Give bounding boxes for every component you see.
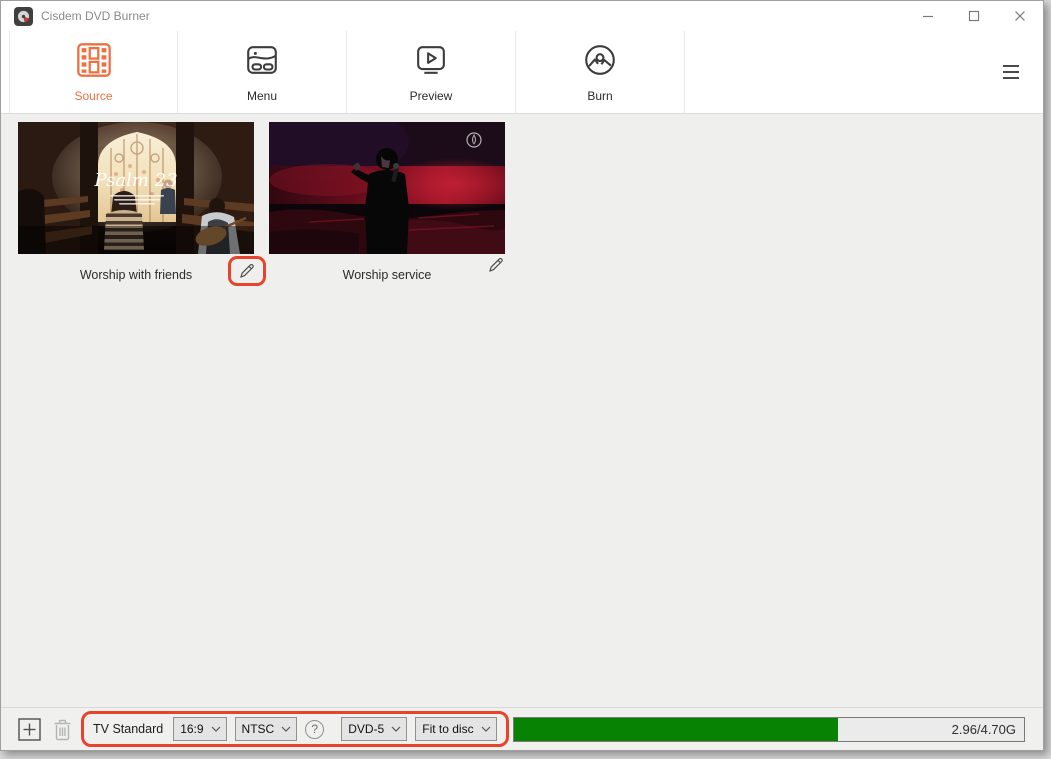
progress-fill [514, 718, 839, 741]
capacity-text: 2.96/4.70G [952, 718, 1016, 741]
video-title: Worship service [343, 268, 432, 282]
toolbar: Source Menu Prev [1, 31, 1043, 114]
tab-preview[interactable]: Preview [347, 31, 516, 113]
titlebar: Cisdem DVD Burner [1, 1, 1043, 31]
tab-source-label: Source [74, 89, 112, 103]
app-logo-icon [14, 7, 33, 26]
disc-burn-icon [581, 41, 619, 84]
chevron-down-icon [391, 726, 401, 732]
preview-player-icon [412, 41, 450, 84]
tab-menu[interactable]: Menu [178, 31, 347, 113]
delete-video-button[interactable] [52, 718, 73, 741]
tab-burn[interactable]: Burn [516, 31, 685, 113]
video-thumbnail-stage[interactable] [269, 122, 505, 254]
video-card-worship-with-friends[interactable]: Psalm 23 Worship with friends [18, 122, 254, 288]
aspect-ratio-select[interactable]: 16:9 [173, 717, 226, 741]
edit-annotation-highlight [228, 256, 266, 286]
tv-standard-select[interactable]: NTSC [235, 717, 298, 741]
edit-title-button[interactable] [238, 262, 256, 280]
tab-menu-label: Menu [247, 89, 277, 103]
thumbnail-overlay-title: Psalm 23 [93, 170, 177, 191]
window-title: Cisdem DVD Burner [41, 9, 150, 23]
close-button[interactable] [997, 1, 1043, 31]
filmstrip-icon [75, 41, 113, 84]
video-card-worship-service[interactable]: Worship service [269, 122, 505, 288]
fit-mode-select[interactable]: Fit to disc [415, 717, 496, 741]
tab-source[interactable]: Source [9, 31, 178, 113]
bottombar: TV Standard 16:9 NTSC ? DVD-5 Fit to dis… [1, 707, 1043, 750]
chevron-down-icon [481, 726, 491, 732]
hamburger-menu-icon[interactable] [1003, 65, 1019, 79]
tab-preview-label: Preview [410, 89, 453, 103]
disc-type-select[interactable]: DVD-5 [341, 717, 407, 741]
video-thumbnail-church[interactable]: Psalm 23 [18, 122, 254, 254]
menu-screen-icon [243, 41, 281, 84]
edit-title-button[interactable] [487, 256, 505, 274]
help-icon[interactable]: ? [305, 720, 324, 739]
disc-capacity-bar: 2.96/4.70G [513, 717, 1025, 742]
video-list: Psalm 23 Worship with friends [1, 114, 1043, 707]
tv-standard-label: TV Standard [93, 722, 163, 736]
minimize-button[interactable] [905, 1, 951, 31]
edit-wrap [487, 256, 505, 274]
tab-burn-label: Burn [587, 89, 612, 103]
chevron-down-icon [281, 726, 291, 732]
app-window: Cisdem DVD Burner [0, 0, 1044, 751]
add-video-button[interactable] [18, 718, 41, 741]
disc-settings-annotation-highlight: TV Standard 16:9 NTSC ? DVD-5 Fit to dis… [81, 711, 509, 747]
chevron-down-icon [211, 726, 221, 732]
maximize-button[interactable] [951, 1, 997, 31]
video-title: Worship with friends [80, 268, 192, 282]
